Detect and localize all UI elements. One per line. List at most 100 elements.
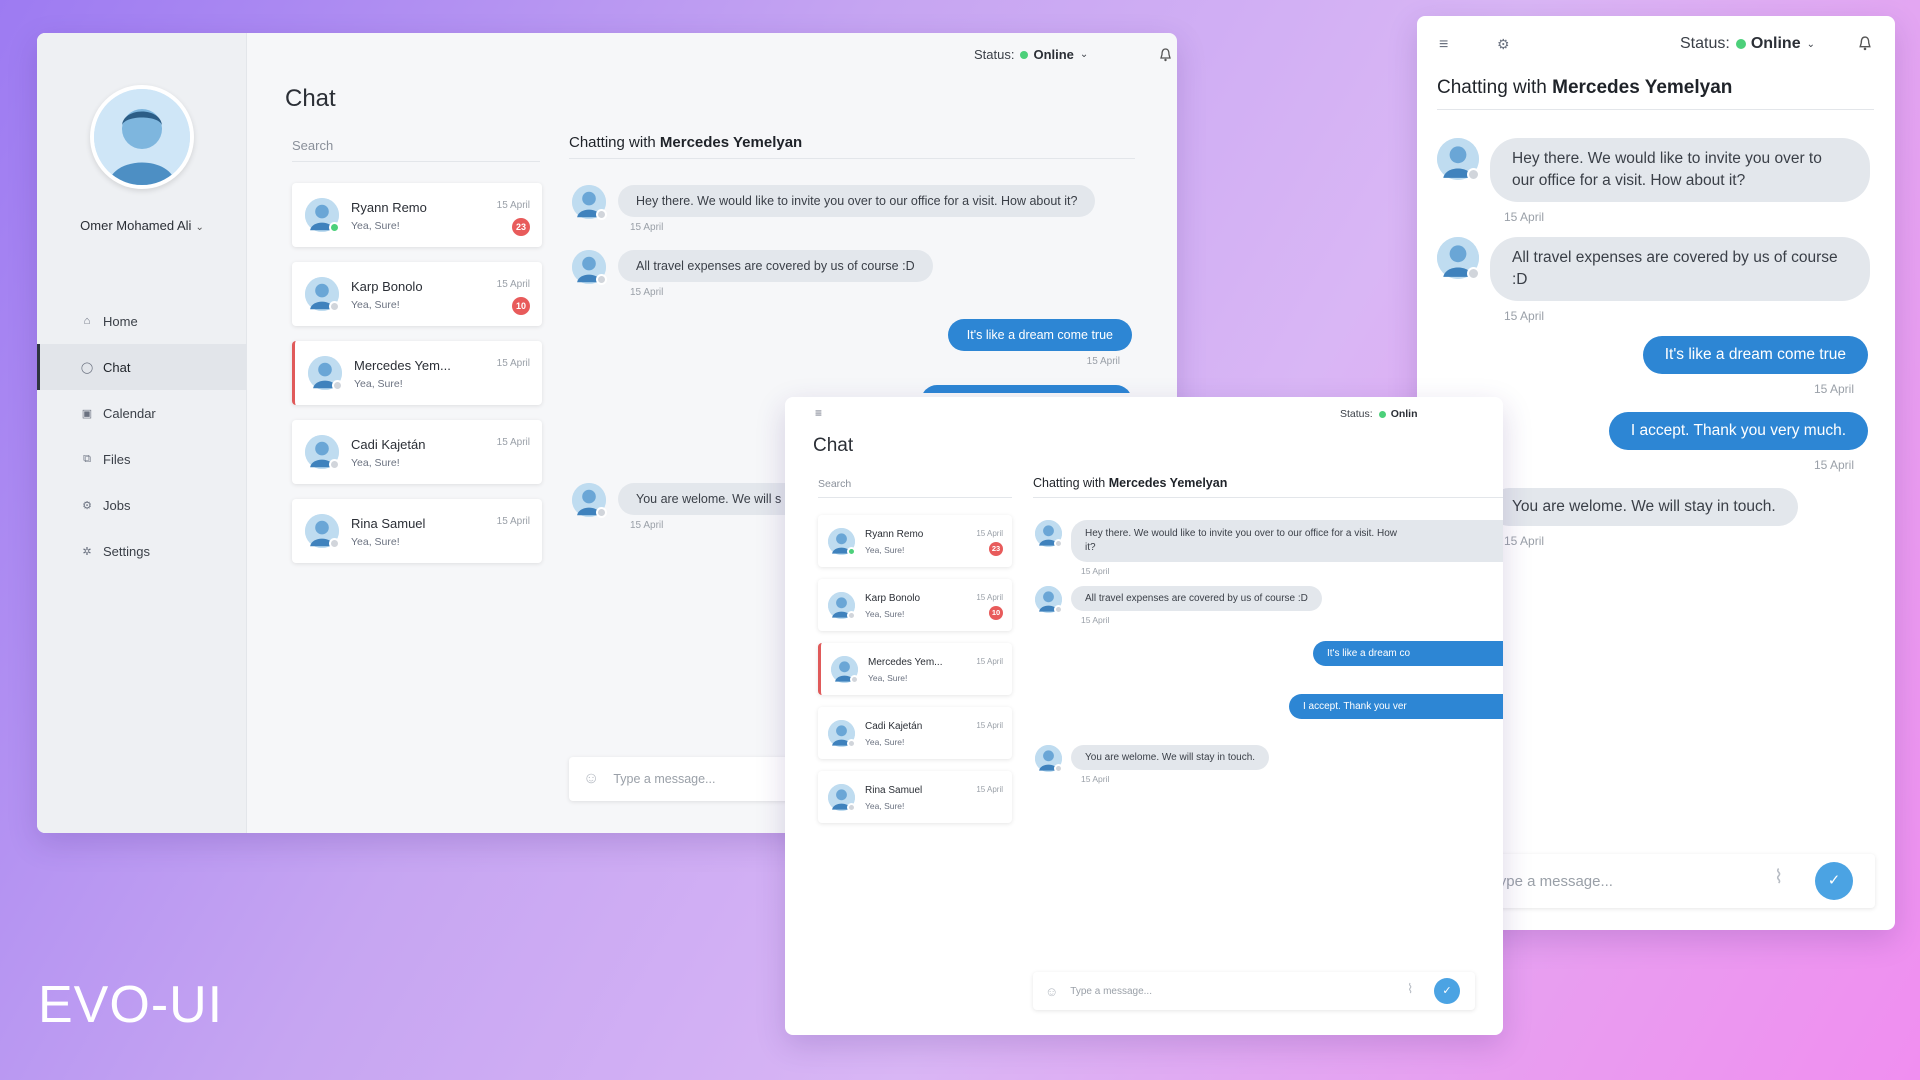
bell-icon[interactable] bbox=[1159, 48, 1173, 62]
jobs-icon: ⚙ bbox=[82, 499, 92, 512]
message-text: I accept. Thank you very much. bbox=[920, 385, 1132, 393]
attach-icon[interactable]: ⌇ bbox=[1774, 866, 1783, 889]
offline-status-dot bbox=[332, 380, 343, 391]
contact-preview: Yea, Sure! bbox=[354, 378, 403, 390]
contact-name: Mercedes Yem... bbox=[868, 657, 943, 668]
chat-icon: ◯ bbox=[80, 361, 94, 374]
contact-name: Rina Samuel bbox=[865, 785, 923, 796]
message-input-placeholder: Type a message... bbox=[1070, 985, 1152, 997]
avatar bbox=[305, 435, 340, 470]
avatar bbox=[572, 483, 607, 518]
offline-status-dot bbox=[329, 538, 340, 549]
contact-date: 15 April bbox=[496, 200, 530, 211]
contact-date: 15 April bbox=[496, 358, 530, 369]
message-date: 15 April bbox=[630, 520, 664, 531]
avatar bbox=[828, 528, 856, 556]
smile-icon[interactable]: ☺ bbox=[1045, 984, 1058, 999]
status-selector[interactable]: Status: Online ⌄ bbox=[974, 47, 1088, 62]
sidebar-item-label: Calendar bbox=[103, 405, 156, 421]
message-text: It's like a dream co bbox=[1313, 641, 1503, 666]
contact-date: 15 April bbox=[976, 721, 1003, 730]
avatar bbox=[828, 592, 856, 620]
message-date: 15 April bbox=[1081, 615, 1110, 625]
offline-status-dot bbox=[847, 739, 856, 748]
sidebar-item-home[interactable]: ⌂ Home bbox=[37, 298, 247, 344]
bell-icon[interactable] bbox=[1858, 36, 1872, 51]
jobs-icon[interactable]: ⚙ bbox=[1497, 36, 1510, 53]
message-incoming: Hey there. We would like to invite you o… bbox=[572, 185, 1096, 233]
sidebar-item-label: Home bbox=[103, 313, 138, 329]
message-date: 15 April bbox=[630, 222, 664, 233]
chat-window-small: ≡ Status: Onlin Chat Search Ryann Remo Ye… bbox=[785, 397, 1503, 1035]
send-check-icon: ✓ bbox=[1442, 985, 1452, 997]
avatar bbox=[305, 514, 340, 549]
avatar bbox=[1437, 237, 1480, 280]
user-name-menu[interactable]: Omer Mohamed Ali ⌄ bbox=[37, 218, 247, 233]
avatar bbox=[308, 356, 343, 391]
sidebar-item-jobs[interactable]: ⚙ Jobs bbox=[37, 482, 247, 528]
offline-status-dot bbox=[1054, 605, 1063, 614]
page-title: Chat bbox=[285, 85, 336, 112]
attach-icon[interactable]: ⌇ bbox=[1407, 981, 1413, 997]
contact-name: Ryann Remo bbox=[865, 529, 924, 540]
contact-preview: Yea, Sure! bbox=[865, 737, 905, 747]
message-date: 15 April bbox=[1504, 534, 1545, 548]
contact-card[interactable]: Karp Bonolo Yea, Sure! 15 April 10 bbox=[818, 579, 1012, 631]
menu-icon[interactable]: ≡ bbox=[1439, 36, 1448, 54]
contact-card[interactable]: Ryann Remo Yea, Sure! 15 April 23 bbox=[818, 515, 1012, 567]
contact-preview: Yea, Sure! bbox=[868, 673, 908, 683]
chevron-down-icon: ⌄ bbox=[1806, 38, 1815, 50]
message-text: All travel expenses are covered by us of… bbox=[1490, 237, 1870, 301]
message-outgoing: I accept. Thank you very much. 15 April bbox=[1608, 412, 1868, 472]
contact-date: 15 April bbox=[496, 437, 530, 448]
search-input[interactable]: Search bbox=[818, 478, 1012, 498]
online-status-dot bbox=[329, 222, 340, 233]
page-title: Chat bbox=[813, 435, 854, 456]
avatar bbox=[572, 185, 607, 220]
message-text: All travel expenses are covered by us of… bbox=[1071, 586, 1322, 611]
send-button[interactable]: ✓ bbox=[1434, 978, 1460, 1004]
contact-card[interactable]: Mercedes Yem... Yea, Sure! 15 April bbox=[292, 341, 542, 405]
sidebar-item-files[interactable]: ⧉ Files bbox=[37, 436, 247, 482]
contact-card[interactable]: Rina Samuel Yea, Sure! 15 April bbox=[818, 771, 1012, 823]
search-input[interactable]: Search bbox=[292, 138, 540, 162]
contact-name: Mercedes Yem... bbox=[354, 358, 451, 373]
contact-preview: Yea, Sure! bbox=[351, 220, 400, 232]
message-date: 15 April bbox=[1813, 458, 1854, 472]
sidebar-nav: ⌂ Home ◯ Chat ▣ Calendar ⧉ Files ⚙ Jobs … bbox=[37, 298, 247, 574]
send-button[interactable]: ✓ bbox=[1815, 862, 1853, 900]
status-selector[interactable]: Status: Online ⌄ bbox=[1680, 35, 1815, 53]
menu-icon[interactable]: ≡ bbox=[815, 406, 822, 420]
status-selector[interactable]: Status: Onlin bbox=[1340, 408, 1418, 420]
sidebar-item-chat[interactable]: ◯ Chat bbox=[37, 344, 247, 390]
chat-heading-name: Mercedes Yemelyan bbox=[1552, 77, 1733, 98]
message-incoming: Hey there. We would like to invite you o… bbox=[1035, 520, 1503, 576]
message-incoming: You are welome. We will s 15 April bbox=[572, 483, 800, 531]
contact-card[interactable]: Cadi Kajetán Yea, Sure! 15 April bbox=[818, 707, 1012, 759]
contact-name: Rina Samuel bbox=[351, 516, 426, 531]
contact-list: Ryann Remo Yea, Sure! 15 April 23 Karp Bonol… bbox=[292, 183, 542, 578]
message-outgoing: I accept. Thank you ver bbox=[1289, 694, 1503, 724]
home-icon: ⌂ bbox=[83, 315, 91, 327]
smile-icon[interactable]: ☺ bbox=[583, 770, 599, 788]
contact-card[interactable]: Ryann Remo Yea, Sure! 15 April 23 bbox=[292, 183, 542, 247]
contact-date: 15 April bbox=[496, 516, 530, 527]
avatar bbox=[305, 277, 340, 312]
contact-card[interactable]: Rina Samuel Yea, Sure! 15 April bbox=[292, 499, 542, 563]
sidebar-item-calendar[interactable]: ▣ Calendar bbox=[37, 390, 247, 436]
status-label: Status: bbox=[1680, 35, 1730, 52]
contact-card[interactable]: Karp Bonolo Yea, Sure! 15 April 10 bbox=[292, 262, 542, 326]
chat-heading-name: Mercedes Yemelyan bbox=[1108, 476, 1228, 490]
contact-card[interactable]: Cadi Kajetán Yea, Sure! 15 April bbox=[292, 420, 542, 484]
message-composer[interactable]: ☺ Type a message... bbox=[569, 757, 809, 801]
unread-badge: 10 bbox=[512, 297, 530, 315]
contact-card[interactable]: Mercedes Yem... Yea, Sure! 15 April bbox=[818, 643, 1012, 695]
sidebar-item-label: Files bbox=[103, 451, 131, 467]
contact-date: 15 April bbox=[976, 657, 1003, 666]
sidebar-item-settings[interactable]: ✲ Settings bbox=[37, 528, 247, 574]
offline-status-dot bbox=[847, 611, 856, 620]
user-avatar[interactable] bbox=[90, 85, 194, 189]
message-date: 15 April bbox=[1086, 356, 1120, 367]
message-date: 15 April bbox=[1081, 566, 1110, 576]
contact-preview: Yea, Sure! bbox=[865, 801, 905, 811]
